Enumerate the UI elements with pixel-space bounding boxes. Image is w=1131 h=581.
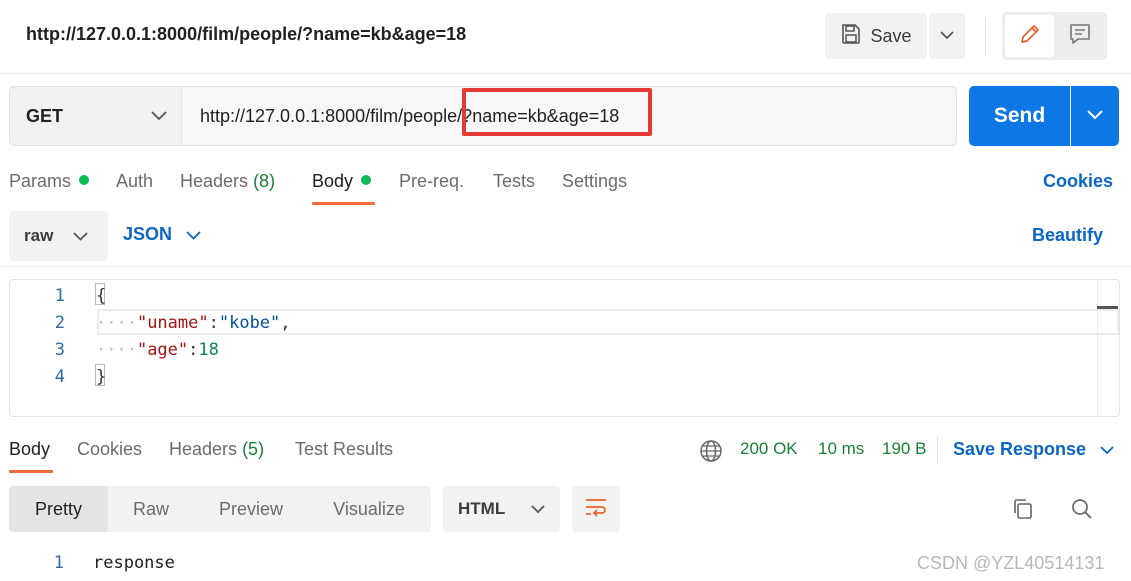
watermark: CSDN @YZL40514131 — [917, 553, 1105, 573]
divider — [0, 266, 1131, 267]
response-body-text: response — [93, 553, 175, 573]
response-format-select[interactable]: HTML — [443, 486, 560, 532]
line-number: 1 — [53, 553, 64, 573]
active-tab-indicator — [312, 202, 375, 205]
chevron-down-icon — [151, 108, 167, 126]
edit-mode-button[interactable] — [1005, 15, 1054, 57]
response-tab-headers-count: (5) — [242, 439, 265, 459]
save-response-label: Save Response — [953, 439, 1087, 459]
wrap-lines-icon — [584, 496, 608, 523]
divider — [985, 18, 986, 56]
method-label: GET — [26, 106, 64, 126]
save-button[interactable]: Save — [825, 13, 927, 59]
chevron-down-icon — [73, 228, 88, 246]
response-tab-cookies[interactable]: Cookies — [77, 439, 142, 460]
tab-auth[interactable]: Auth — [116, 171, 153, 192]
response-tab-headers-label: Headers — [169, 439, 238, 459]
editor-scrollbar[interactable] — [1097, 281, 1098, 415]
tab-tests[interactable]: Tests — [493, 171, 535, 192]
line-number: 1 — [54, 286, 65, 306]
chevron-down-icon — [186, 224, 201, 245]
divider — [937, 436, 938, 464]
body-language-select[interactable]: JSON — [123, 224, 201, 245]
save-response-dropdown[interactable]: Save Response — [953, 439, 1114, 460]
tab-headers-label: Headers — [180, 171, 249, 191]
send-options-dropdown[interactable] — [1071, 86, 1119, 146]
active-tab-indicator — [9, 470, 53, 473]
search-icon[interactable] — [1069, 496, 1095, 522]
tab-body-label: Body — [312, 171, 354, 191]
request-body-editor[interactable]: 1 2 3 4 { ····"uname":"kobe", ····"age":… — [9, 279, 1120, 417]
view-pretty[interactable]: Pretty — [9, 486, 108, 532]
chevron-down-icon — [1087, 107, 1103, 125]
line-number: 3 — [54, 340, 65, 360]
chevron-down-icon — [531, 499, 545, 519]
line-number: 4 — [54, 367, 65, 387]
code-line: } — [96, 367, 107, 387]
body-mode-select[interactable]: raw — [9, 211, 108, 261]
body-active-dot — [361, 175, 372, 185]
tab-settings[interactable]: Settings — [562, 171, 627, 192]
response-time[interactable]: 10 ms — [818, 439, 864, 459]
line-number: 2 — [54, 313, 65, 333]
response-tab-test-results[interactable]: Test Results — [295, 439, 393, 460]
body-language-label: JSON — [123, 224, 173, 244]
response-tab-headers[interactable]: Headers (5) — [169, 439, 264, 460]
beautify-button[interactable]: Beautify — [1032, 225, 1103, 246]
cookies-link[interactable]: Cookies — [1043, 171, 1113, 192]
response-tab-body[interactable]: Body — [9, 439, 50, 460]
response-status[interactable]: 200 OK — [740, 439, 798, 459]
save-options-dropdown[interactable] — [929, 13, 965, 59]
body-mode-label: raw — [24, 226, 54, 245]
code-line: { — [96, 286, 107, 306]
tab-params-label: Params — [9, 171, 72, 191]
scrollbar-cursor-marker — [1097, 306, 1118, 309]
send-button[interactable]: Send — [969, 86, 1070, 146]
query-highlight-annotation — [462, 88, 652, 136]
response-format-label: HTML — [458, 499, 506, 518]
save-label: Save — [870, 25, 912, 46]
tab-body[interactable]: Body — [312, 171, 372, 192]
view-visualize[interactable]: Visualize — [317, 486, 421, 532]
wrap-lines-button[interactable] — [572, 486, 620, 532]
view-preview[interactable]: Preview — [201, 486, 301, 532]
globe-icon[interactable] — [698, 438, 724, 464]
response-view-modes: Pretty Raw Preview Visualize — [9, 486, 431, 532]
chevron-down-icon — [1100, 439, 1114, 460]
comment-icon — [1068, 22, 1092, 51]
chevron-down-icon — [940, 27, 954, 45]
code-line: ····"uname":"kobe", — [96, 313, 291, 333]
request-title[interactable]: http://127.0.0.1:8000/film/people/?name=… — [26, 24, 466, 45]
tab-prereq[interactable]: Pre-req. — [399, 171, 464, 192]
save-icon — [840, 23, 862, 50]
view-raw[interactable]: Raw — [113, 486, 189, 532]
tab-params[interactable]: Params — [9, 171, 90, 192]
params-active-dot — [79, 175, 90, 185]
request-header: http://127.0.0.1:8000/film/people/?name=… — [0, 0, 1131, 74]
copy-icon[interactable] — [1010, 496, 1036, 522]
tab-headers[interactable]: Headers (8) — [180, 171, 275, 192]
code-line: ····"age":18 — [96, 340, 219, 360]
view-mode-toggle — [1002, 12, 1107, 60]
comment-mode-button[interactable] — [1055, 15, 1104, 57]
method-select[interactable]: GET — [10, 87, 182, 145]
response-size[interactable]: 190 B — [882, 439, 926, 459]
pencil-icon — [1018, 22, 1042, 51]
tab-headers-count: (8) — [253, 171, 276, 191]
